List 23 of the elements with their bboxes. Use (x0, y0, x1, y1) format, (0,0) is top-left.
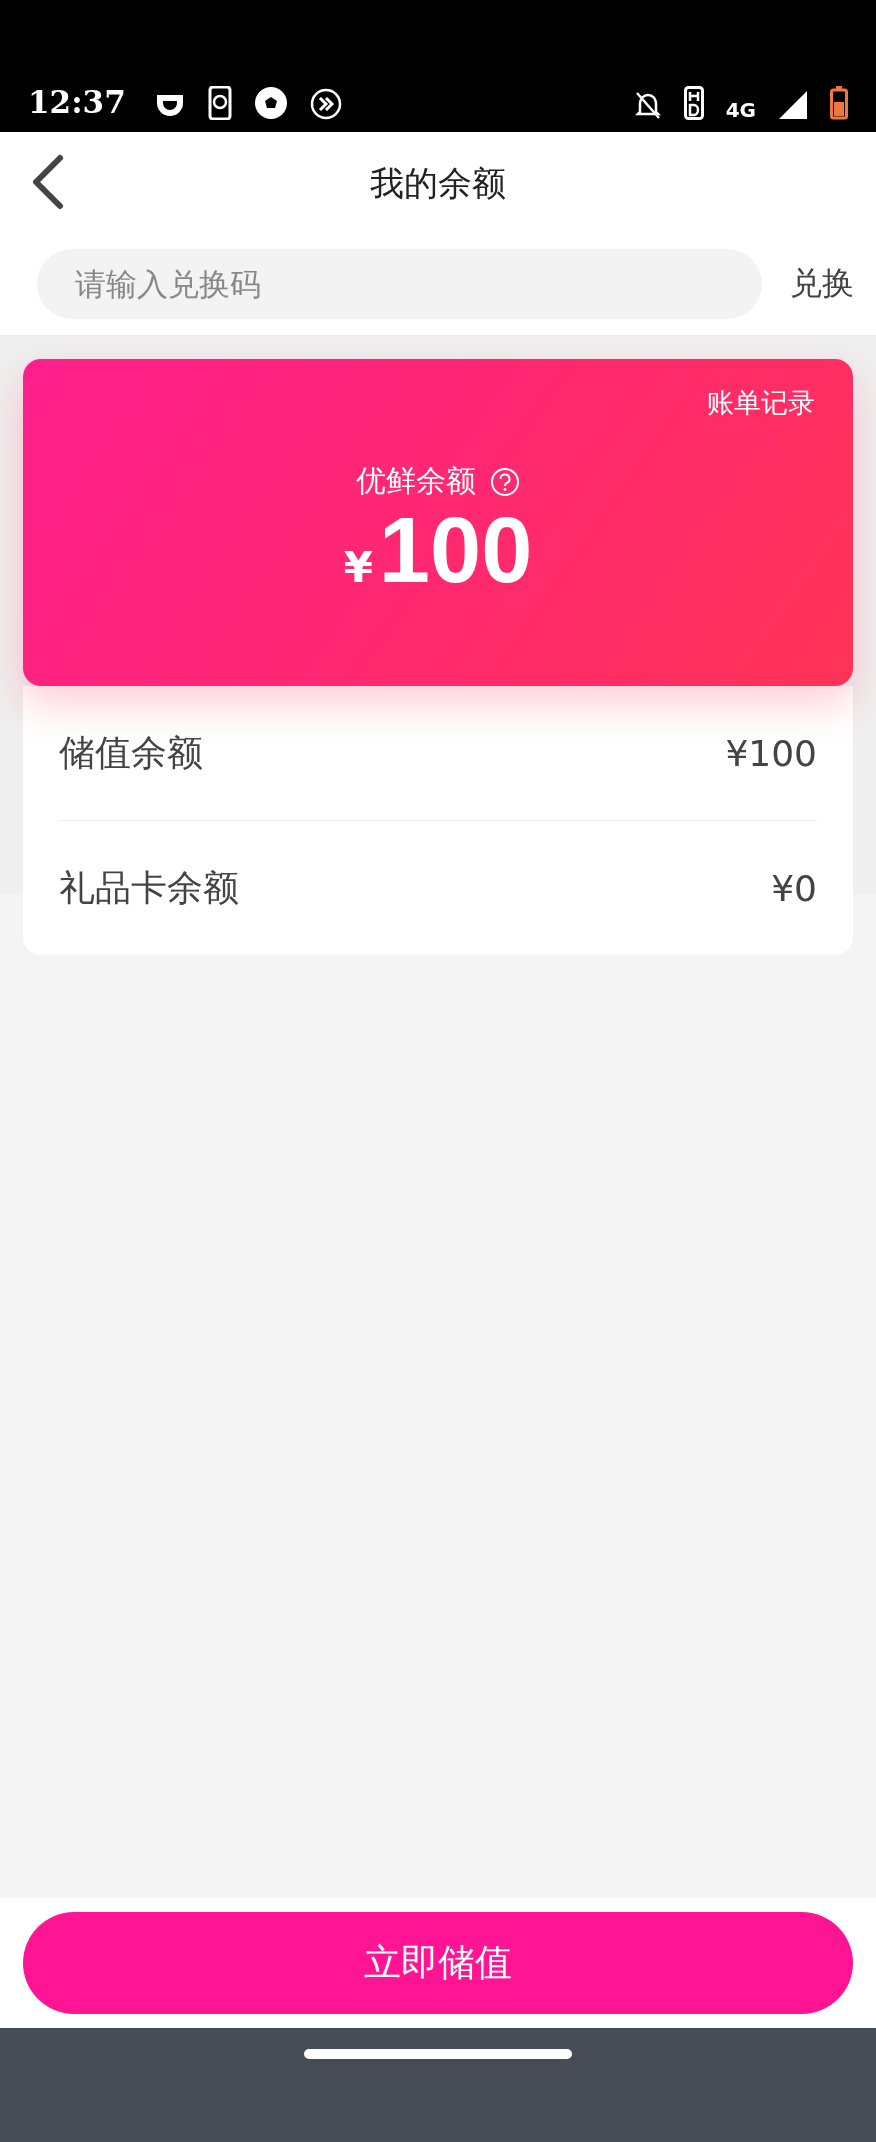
balance-type-label: 储值余额 (59, 730, 203, 775)
network-label: 4G (725, 100, 756, 120)
status-time: 12:37 (28, 84, 126, 120)
balance-type-label: 礼品卡余额 (59, 865, 239, 910)
battery-icon (830, 86, 848, 120)
back-icon[interactable] (30, 154, 66, 210)
balance-amount: 100 (378, 502, 533, 599)
balance-label: 优鲜余额 (356, 462, 476, 500)
redeem-button[interactable]: 兑换 (790, 262, 854, 306)
fast-forward-icon (309, 88, 342, 120)
redeem-code-field[interactable]: 请输入兑换码 (37, 249, 762, 319)
hd-icon (683, 86, 704, 120)
balance-value: ¥0 (771, 867, 817, 909)
help-icon[interactable] (490, 466, 520, 497)
balance-value: ¥100 (725, 732, 817, 774)
currency-symbol: ¥ (343, 543, 373, 592)
ball-icon (253, 86, 288, 120)
bill-records-link[interactable]: 账单记录 (707, 385, 815, 421)
page-title: 我的余额 (370, 161, 506, 205)
phone-sync-icon (207, 86, 232, 120)
recharge-button[interactable]: 立即储值 (23, 1912, 853, 2014)
signal-icon (778, 90, 808, 120)
bell-off-icon (633, 90, 662, 120)
